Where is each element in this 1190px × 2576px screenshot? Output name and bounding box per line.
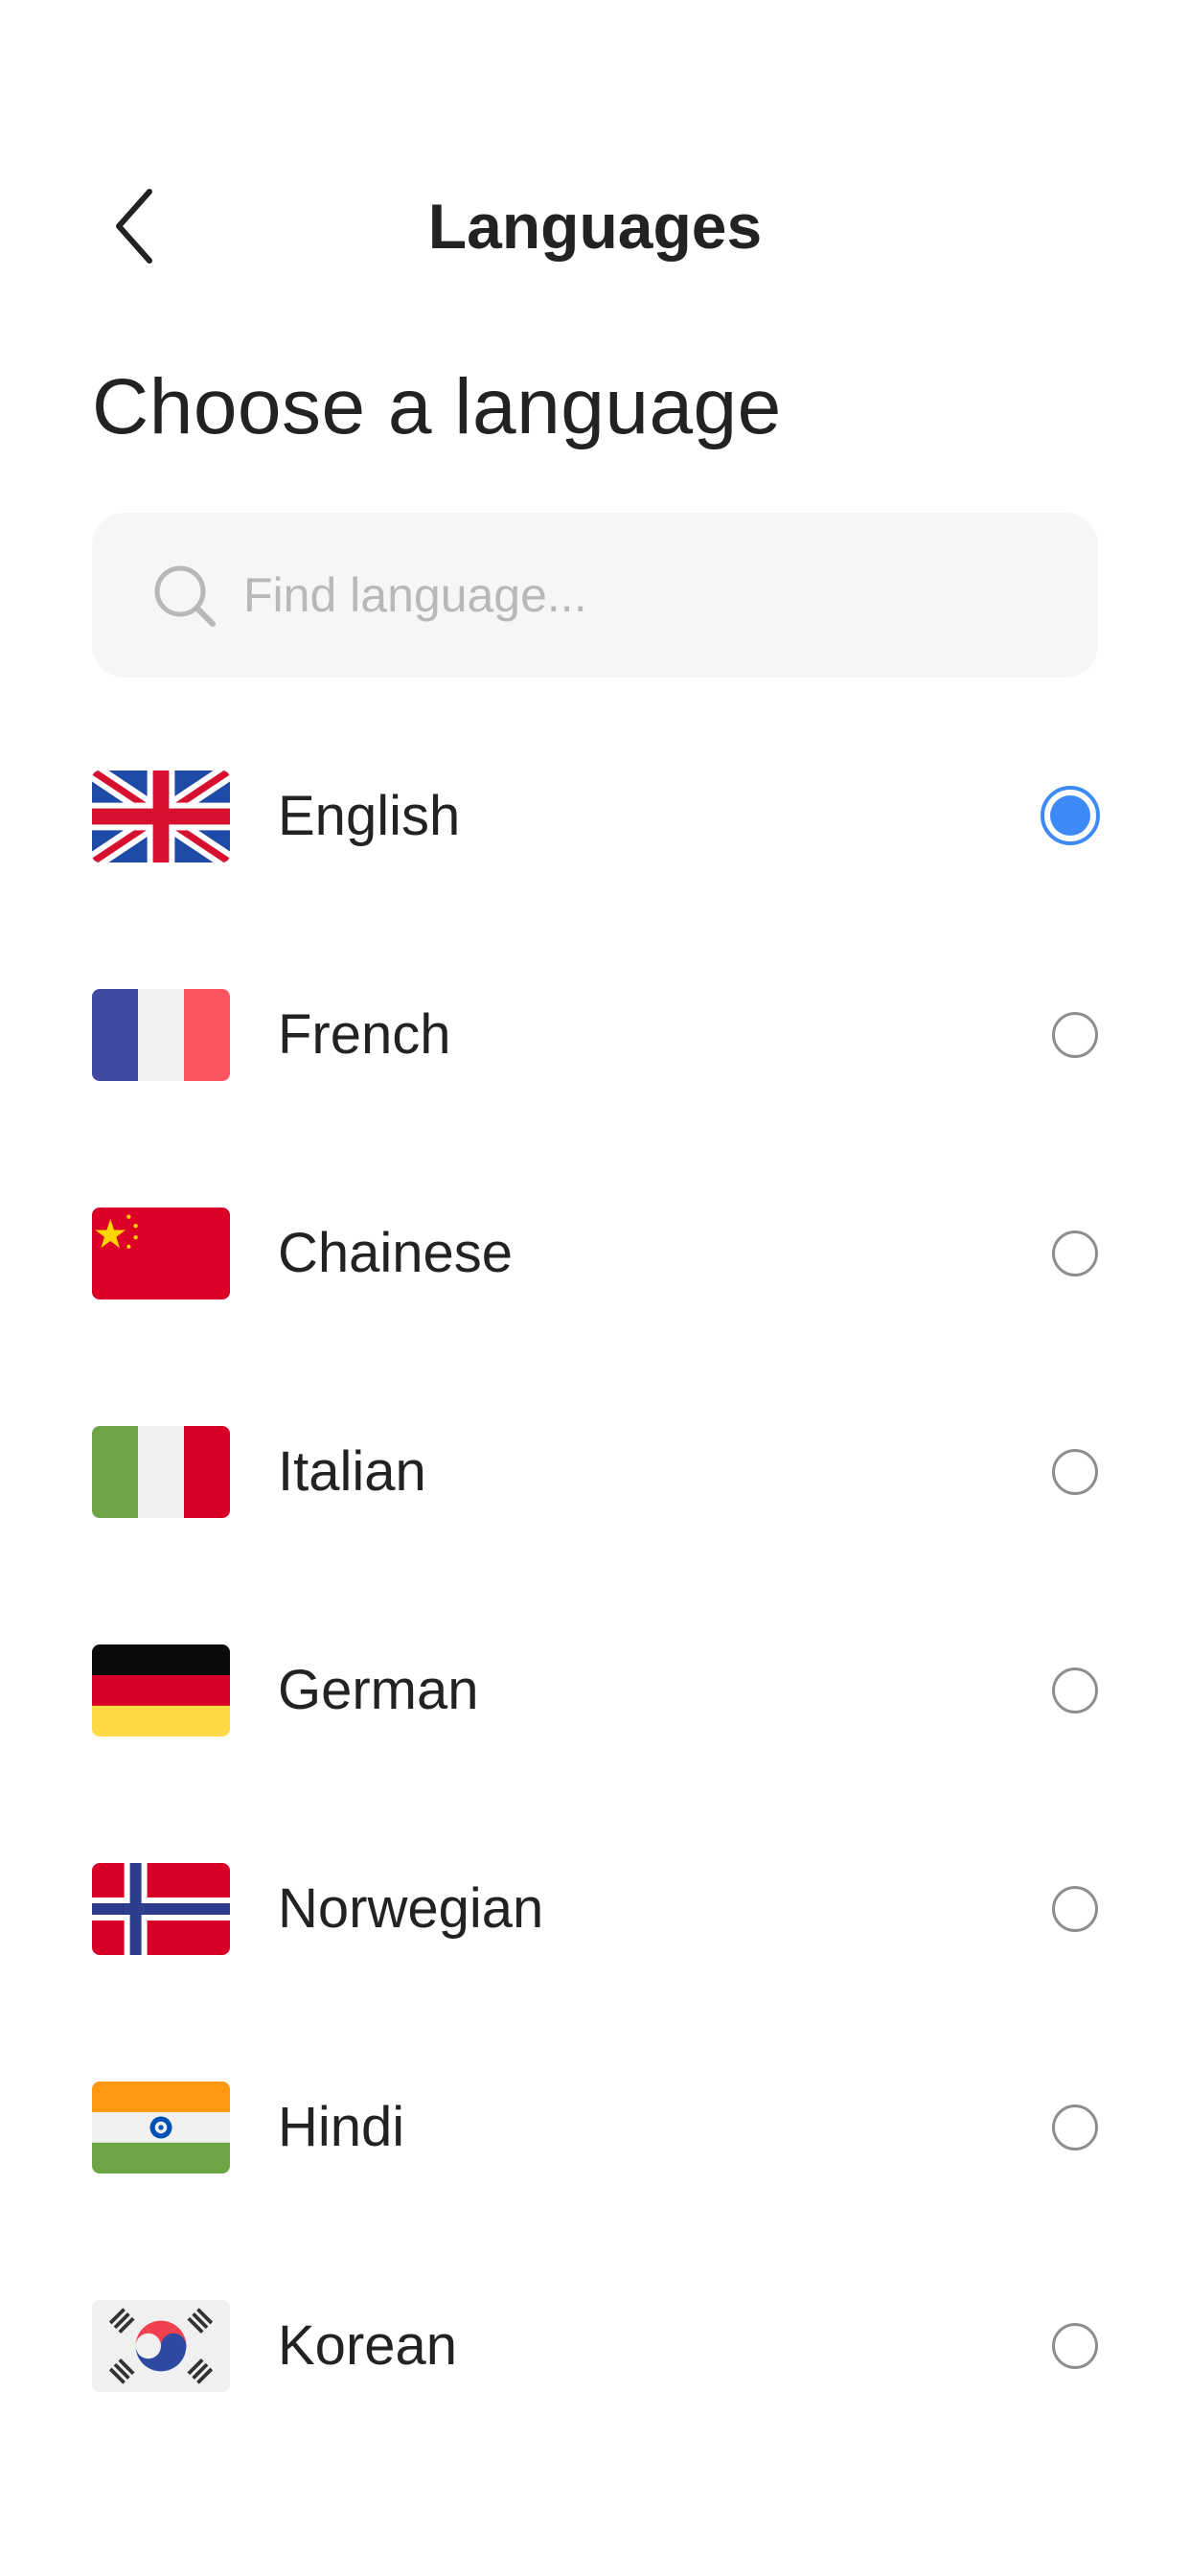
norway-flag-icon — [92, 1863, 230, 1955]
china-flag-icon — [92, 1208, 230, 1300]
language-item-french[interactable]: French — [0, 976, 1190, 1194]
uk-flag-icon — [92, 770, 230, 862]
italy-flag-icon — [92, 1426, 230, 1518]
language-label: German — [278, 1659, 479, 1721]
language-label: Norwegian — [278, 1877, 544, 1940]
language-item-korean[interactable]: Korean — [0, 2287, 1190, 2505]
language-item-hindi[interactable]: Hindi — [0, 2068, 1190, 2287]
korea-flag-icon — [92, 2300, 230, 2392]
language-label: Italian — [278, 1440, 426, 1503]
language-label: Korean — [278, 2314, 458, 2377]
search-icon — [154, 565, 216, 627]
radio-button[interactable] — [1052, 1668, 1098, 1714]
search-input[interactable] — [243, 513, 1067, 678]
france-flag-icon — [92, 989, 230, 1081]
radio-button[interactable] — [1052, 1886, 1098, 1932]
radio-button[interactable] — [1052, 1449, 1098, 1495]
language-item-italian[interactable]: Italian — [0, 1413, 1190, 1631]
language-label: English — [278, 785, 461, 847]
radio-button[interactable] — [1052, 2104, 1098, 2150]
language-label: Hindi — [278, 2096, 405, 2158]
header: Languages — [0, 163, 1190, 278]
language-item-norwegian[interactable]: Norwegian — [0, 1850, 1190, 2068]
language-label: Chainese — [278, 1222, 514, 1284]
india-flag-icon — [92, 2082, 230, 2174]
language-label: French — [278, 1003, 451, 1066]
radio-button[interactable] — [1052, 1230, 1098, 1276]
language-item-german[interactable]: German — [0, 1631, 1190, 1850]
radio-button[interactable] — [1052, 2323, 1098, 2369]
language-item-chinese[interactable]: Chainese — [0, 1194, 1190, 1413]
screen-title: Languages — [427, 191, 763, 262]
language-list: English French Chainese Italian German N… — [0, 757, 1190, 2505]
page-title: Choose a language — [92, 363, 782, 450]
language-item-english[interactable]: English — [0, 757, 1190, 976]
radio-button[interactable] — [1052, 1012, 1098, 1058]
germany-flag-icon — [92, 1644, 230, 1736]
search-box[interactable] — [92, 513, 1098, 678]
radio-button-selected[interactable] — [1041, 786, 1100, 845]
